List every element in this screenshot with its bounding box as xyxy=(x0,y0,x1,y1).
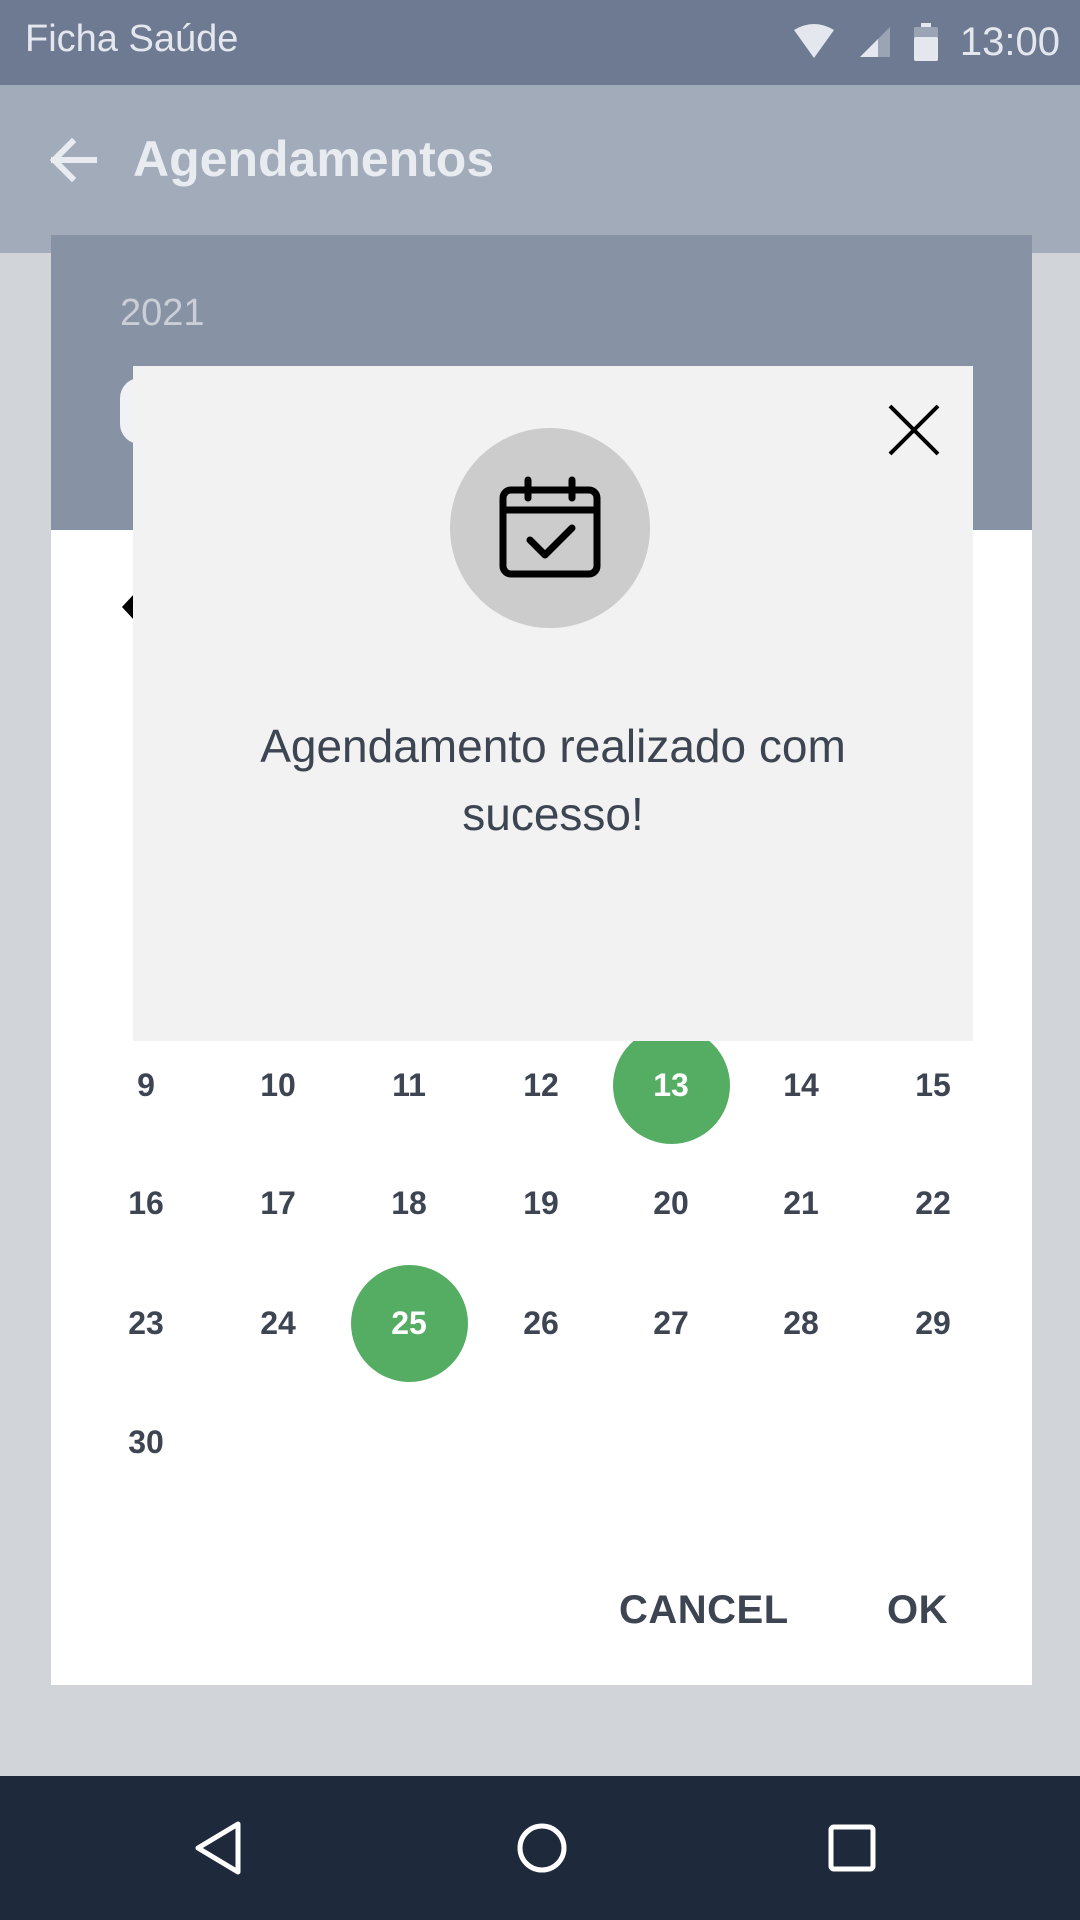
calendar-day[interactable]: 9 xyxy=(91,1055,201,1115)
nav-home-button[interactable] xyxy=(502,1808,582,1888)
wifi-icon xyxy=(793,24,834,58)
calendar-day[interactable]: 26 xyxy=(486,1293,596,1353)
battery-icon xyxy=(913,23,938,61)
nav-back-button[interactable] xyxy=(178,1808,258,1888)
calendar-day[interactable]: 14 xyxy=(746,1055,856,1115)
status-app-name: Ficha Saúde xyxy=(25,18,239,60)
status-time: 13:00 xyxy=(959,19,1060,64)
calendar-day[interactable]: 21 xyxy=(746,1173,856,1233)
calendar-check-icon-circle xyxy=(450,428,650,628)
calendar-day[interactable]: 29 xyxy=(878,1293,988,1353)
date-picker-year[interactable]: 2021 xyxy=(120,292,205,335)
success-message: Agendamento realizado com sucesso! xyxy=(260,720,846,840)
calendar-day[interactable]: 10 xyxy=(223,1055,333,1115)
calendar-day[interactable]: 25 xyxy=(354,1293,464,1353)
calendar-day[interactable]: 27 xyxy=(616,1293,726,1353)
square-recents-icon xyxy=(828,1824,876,1872)
ok-button[interactable]: OK xyxy=(887,1588,948,1633)
calendar-day[interactable]: 20 xyxy=(616,1173,726,1233)
signal-icon xyxy=(859,27,890,57)
calendar-day[interactable]: 22 xyxy=(878,1173,988,1233)
calendar-day[interactable]: 16 xyxy=(91,1173,201,1233)
page-title: Agendamentos xyxy=(133,131,495,187)
calendar-day[interactable]: 24 xyxy=(223,1293,333,1353)
calendar-day[interactable]: 19 xyxy=(486,1173,596,1233)
calendar-day[interactable]: 11 xyxy=(354,1055,464,1115)
close-icon[interactable] xyxy=(884,400,944,460)
calendar-day[interactable]: 17 xyxy=(223,1173,333,1233)
triangle-back-icon xyxy=(195,1821,241,1875)
nav-recents-button[interactable] xyxy=(812,1808,892,1888)
status-icons: 13:00 xyxy=(792,16,1060,68)
calendar-day[interactable]: 23 xyxy=(91,1293,201,1353)
calendar-day[interactable]: 15 xyxy=(878,1055,988,1115)
calendar-day[interactable]: 30 xyxy=(91,1412,201,1472)
calendar-day[interactable]: 18 xyxy=(354,1173,464,1233)
calendar-day[interactable]: 28 xyxy=(746,1293,856,1353)
calendar-check-icon xyxy=(499,476,601,578)
cancel-button[interactable]: CANCEL xyxy=(619,1588,789,1633)
arrow-left-icon[interactable] xyxy=(44,132,100,188)
calendar-day[interactable]: 12 xyxy=(486,1055,596,1115)
calendar-day[interactable]: 13 xyxy=(616,1055,726,1115)
circle-home-icon xyxy=(517,1823,567,1873)
